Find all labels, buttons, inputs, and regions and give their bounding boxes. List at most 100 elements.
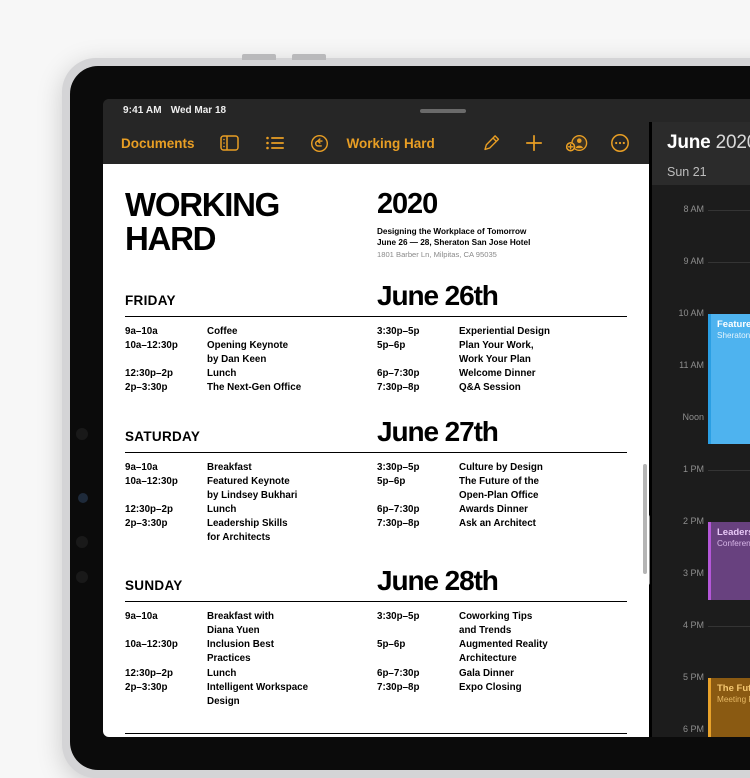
schedule-slot: 7:30p–8pExpo Closing — [377, 681, 627, 695]
schedule-column-right: 3:30p–5pCulture by Design5p–6pThe Future… — [377, 461, 627, 546]
calendar-pane[interactable]: June 2020 Sun 21 8 AM9 AM10 AM11 AMNoon1… — [649, 122, 750, 737]
schedule-slot-time: 5p–6p — [377, 339, 459, 367]
document-subtitle: Designing the Workplace of Tomorrow June… — [377, 226, 530, 249]
schedule-slot-description: Lunch — [207, 667, 377, 681]
calendar-scrollbar[interactable] — [649, 515, 650, 585]
markup-pen-icon[interactable] — [478, 130, 504, 156]
documents-back-button[interactable]: Documents — [121, 136, 195, 151]
document-canvas[interactable]: WORKING HARD 2020 Designing the Workplac… — [103, 164, 649, 737]
schedule-day-header: SUNDAYJune 28th — [125, 567, 627, 595]
schedule-slot: 5p–6pPlan Your Work,Work Your Plan — [377, 339, 627, 367]
calendar-grid[interactable]: 8 AM9 AM10 AM11 AMNoon1 PM2 PM3 PM4 PM5 … — [652, 185, 750, 737]
document-scrollbar[interactable] — [643, 464, 647, 574]
calendar-hour-line — [708, 210, 750, 211]
schedule-day-divider — [125, 601, 627, 602]
calendar-hour-label: 5 PM — [656, 672, 704, 682]
document-meta: 2020 Designing the Workplace of Tomorrow… — [377, 188, 530, 260]
schedule-slot: 3:30p–5pExperiential Design — [377, 325, 627, 339]
add-collaborator-icon[interactable] — [564, 130, 590, 156]
app-toolbar: Documents — [103, 122, 649, 164]
calendar-hour-label: 8 AM — [656, 204, 704, 214]
schedule-slot: 2p–3:30pLeadership Skillsfor Architects — [125, 517, 377, 545]
screenshot-scene: 9:41 AM Wed Mar 18 Documents — [0, 0, 750, 750]
schedule-slot-description: Coworking Tipsand Trends — [459, 610, 627, 638]
schedule-slot-time: 2p–3:30p — [125, 381, 207, 395]
volume-up-button[interactable] — [242, 54, 276, 60]
schedule-slot: 9a–10aBreakfast — [125, 461, 377, 475]
schedule-slot-time: 7:30p–8p — [377, 517, 459, 531]
calendar-hour-label: 2 PM — [656, 516, 704, 526]
calendar-hour-line — [708, 262, 750, 263]
document-title-button[interactable]: Working Hard — [347, 136, 435, 151]
schedule-column-left: 9a–10aBreakfast10a–12:30pFeatured Keynot… — [125, 461, 377, 546]
calendar-event-title: Featured Keynote — [717, 319, 750, 331]
calendar-hour-row: 8 AM — [652, 210, 750, 211]
schedule-slot: 3:30p–5pCulture by Design — [377, 461, 627, 475]
schedule-slot-time: 6p–7:30p — [377, 367, 459, 381]
schedule-slot-time: 9a–10a — [125, 325, 207, 339]
tablet-device: 9:41 AM Wed Mar 18 Documents — [62, 58, 750, 778]
schedule-slot-time: 2p–3:30p — [125, 517, 207, 545]
device-bezel: 9:41 AM Wed Mar 18 Documents — [70, 66, 750, 770]
calendar-hour-label: 6 PM — [656, 724, 704, 734]
list-outline-icon[interactable] — [262, 130, 288, 156]
schedule-slot-time: 3:30p–5p — [377, 461, 459, 475]
accessory-connector — [78, 493, 88, 503]
calendar-event-location: Conference Room B — [717, 539, 750, 550]
calendar-event[interactable]: Leadership Skills for ArchitectsConferen… — [708, 522, 750, 600]
calendar-event-location: Meeting Room 2 — [717, 695, 750, 706]
schedule-slot-description: Gala Dinner — [459, 667, 627, 681]
schedule-slot-time: 7:30p–8p — [377, 681, 459, 695]
calendar-header: June 2020 Sun 21 — [649, 122, 750, 185]
plus-icon[interactable] — [521, 130, 547, 156]
schedule-slot-description: Coffee — [207, 325, 377, 339]
schedule-slot: 6p–7:30pGala Dinner — [377, 667, 627, 681]
schedule-day-date: June 26th — [377, 282, 498, 310]
about-section: ABOUT US We are pleased to welcome lumin… — [125, 733, 627, 737]
schedule-slot-time: 6p–7:30p — [377, 667, 459, 681]
schedule-slot-description: Lunch — [207, 367, 377, 381]
schedule-slot-description: Culture by Design — [459, 461, 627, 475]
calendar-hour-label: 1 PM — [656, 464, 704, 474]
schedule-slot-description: Experiential Design — [459, 325, 627, 339]
schedule-slot-description: Opening Keynoteby Dan Keen — [207, 339, 377, 367]
schedule-slot-description: The Next-Gen Office — [207, 381, 377, 395]
volume-down-button[interactable] — [292, 54, 326, 60]
schedule-column-left: 9a–10aBreakfast withDiana Yuen10a–12:30p… — [125, 610, 377, 709]
schedule-slot: 12:30p–2pLunch — [125, 667, 377, 681]
schedule-day-divider — [125, 316, 627, 317]
schedule-slot-description: The Future of theOpen-Plan Office — [459, 475, 627, 503]
schedule-slot: 3:30p–5pCoworking Tipsand Trends — [377, 610, 627, 638]
schedule-slot-time: 10a–12:30p — [125, 339, 207, 367]
undo-icon[interactable] — [307, 130, 333, 156]
schedule-slot: 12:30p–2pLunch — [125, 503, 377, 517]
schedule-slot-description: Q&A Session — [459, 381, 627, 395]
calendar-event-location: Sheraton San Jose Hotel, 1801 Barber Ln,… — [717, 331, 750, 342]
calendar-month-name: June — [667, 132, 711, 153]
multitask-grabber[interactable] — [420, 109, 466, 113]
calendar-hour-label: 9 AM — [656, 256, 704, 266]
sidebar-icon[interactable] — [217, 130, 243, 156]
status-bar: 9:41 AM Wed Mar 18 — [103, 99, 750, 122]
more-ellipsis-icon[interactable] — [607, 130, 633, 156]
schedule-slot-time: 12:30p–2p — [125, 367, 207, 381]
schedule-slot-time: 12:30p–2p — [125, 667, 207, 681]
document-heading: WORKING HARD — [125, 188, 377, 255]
schedule-day-header: SATURDAYJune 27th — [125, 418, 627, 446]
calendar-event[interactable]: Featured KeynoteSheraton San Jose Hotel,… — [708, 314, 750, 444]
calendar-event[interactable]: The Future of the Open-Plan OfficeMeetin… — [708, 678, 750, 737]
schedule-slot: 5p–6pThe Future of theOpen-Plan Office — [377, 475, 627, 503]
schedule-slot-time: 5p–6p — [377, 638, 459, 666]
status-date: Wed Mar 18 — [171, 105, 226, 116]
calendar-hour-row: 9 AM — [652, 262, 750, 263]
document-address: 1801 Barber Ln, Milpitas, CA 95035 — [377, 250, 530, 260]
schedule-slot-time: 10a–12:30p — [125, 475, 207, 503]
schedule-column-right: 3:30p–5pCoworking Tipsand Trends5p–6pAug… — [377, 610, 627, 709]
calendar-hour-line — [708, 470, 750, 471]
calendar-hour-label: Noon — [656, 412, 704, 422]
schedule-slot: 10a–12:30pOpening Keynoteby Dan Keen — [125, 339, 377, 367]
calendar-event-title: Leadership Skills for Architects — [717, 527, 750, 539]
calendar-hour-row: 4 PM — [652, 626, 750, 627]
schedule-columns: 9a–10aBreakfast withDiana Yuen10a–12:30p… — [125, 610, 627, 709]
schedule-day-header: FRIDAYJune 26th — [125, 282, 627, 310]
